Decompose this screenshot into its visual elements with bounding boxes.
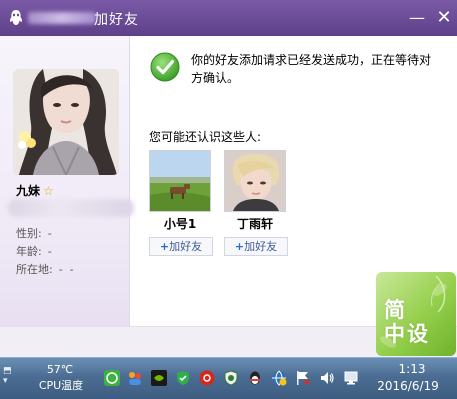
qq-icon[interactable] [247, 370, 263, 386]
plus-icon: + [159, 240, 170, 253]
close-button[interactable]: ✕ [433, 7, 455, 29]
suggestion-name-1[interactable]: 小号1 [149, 215, 211, 232]
360-guard-icon[interactable] [223, 370, 239, 386]
suggestion-card: 小号1 +加好友 [149, 150, 213, 256]
add-friend-button-1[interactable]: +加好友 [149, 237, 213, 256]
people-icon[interactable] [127, 370, 143, 386]
clock-date[interactable]: 2016/6/19 [373, 379, 443, 393]
volume-icon[interactable] [319, 370, 335, 386]
age-value: - [47, 245, 52, 258]
gender-value: - [47, 227, 52, 240]
checkmark-circle-icon [150, 52, 180, 82]
profile-name-row: 九妹 ☆ [16, 182, 54, 199]
suggestions-label: 您可能还认识这些人: [149, 130, 262, 144]
blurred-title-name [28, 12, 96, 24]
nvidia-icon[interactable] [151, 370, 167, 386]
netease-music-icon[interactable] [199, 370, 215, 386]
landscape-image [150, 151, 210, 211]
add-friend-label: 加好友 [244, 240, 278, 253]
location-field: 所在地: - - [16, 261, 74, 277]
wechat-icon[interactable] [104, 370, 120, 386]
portrait-image [13, 69, 119, 175]
profile-avatar[interactable] [13, 69, 119, 175]
blurred-account-id [8, 199, 134, 217]
clock-time[interactable]: 1:13 [382, 362, 442, 376]
vip-star-icon: ☆ [43, 184, 54, 198]
suggestion-avatar-1[interactable] [149, 150, 211, 212]
profile-name[interactable]: 九妹 [16, 184, 40, 198]
suggestion-card: 丁雨轩 +加好友 [224, 150, 288, 256]
minimize-button[interactable]: — [406, 7, 428, 29]
flag-icon[interactable] [295, 370, 311, 386]
cpu-temperature[interactable]: 57℃ [36, 362, 84, 377]
watermark-logo: 简中设 [376, 272, 456, 356]
portrait-image [225, 151, 285, 211]
network-globe-icon[interactable] [271, 370, 287, 386]
success-message: 你的好友添加请求已经发送成功，正在等待对方确认。 [191, 53, 432, 85]
age-label: 年龄: [16, 245, 42, 258]
taskbar: ⬒ ▾ 57℃ CPU温度 1:13 2016/6/19 [0, 357, 457, 399]
location-label: 所在地: [16, 263, 53, 276]
watermark-text: 简中设 [384, 298, 430, 346]
network-computer-icon[interactable] [343, 370, 359, 386]
window-title: 加好友 [94, 12, 139, 28]
gender-field: 性别: - [16, 225, 52, 241]
location-value: - - [58, 263, 74, 276]
profile-panel: 九妹 ☆ 性别: - 年龄: - 所在地: - - [0, 36, 134, 326]
add-friend-window: 加好友 — ✕ 九妹 ☆ 性别: - 年龄: - 所在地: - - 你的好友添加… [0, 0, 457, 357]
age-field: 年龄: - [16, 243, 52, 259]
title-bar[interactable]: 加好友 — ✕ [0, 0, 457, 36]
qq-penguin-icon [9, 10, 23, 25]
add-friend-button-2[interactable]: +加好友 [224, 237, 288, 256]
security-shield-icon[interactable] [175, 370, 191, 386]
suggestion-name-2[interactable]: 丁雨轩 [224, 215, 286, 232]
cpu-temperature-label[interactable]: CPU温度 [32, 378, 90, 393]
tray-expand-icon[interactable]: ⬒ ▾ [3, 366, 12, 386]
suggestion-avatar-2[interactable] [224, 150, 286, 212]
add-friend-label: 加好友 [169, 240, 203, 253]
plus-icon: + [234, 240, 245, 253]
gender-label: 性别: [16, 227, 42, 240]
